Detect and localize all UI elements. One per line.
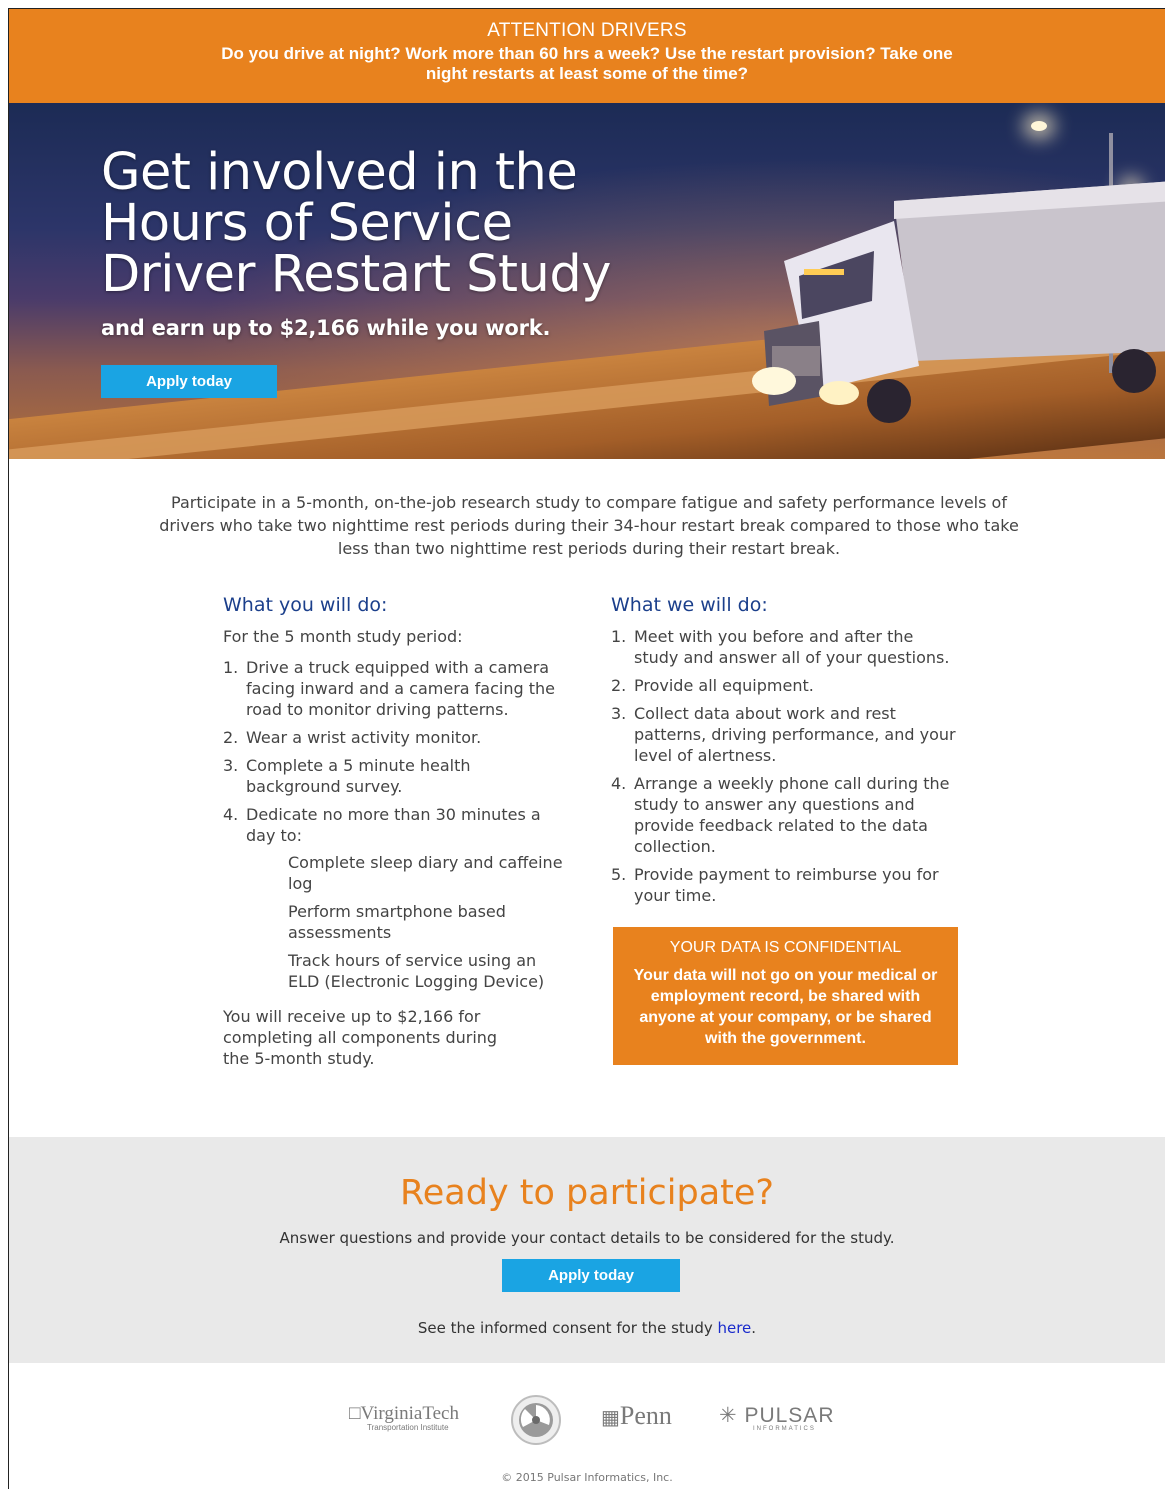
penn-logo: ▦Penn	[601, 1401, 672, 1431]
you-list: 1. Drive a truck equipped with a camera f…	[223, 657, 563, 992]
consent-period: .	[751, 1319, 757, 1337]
list-number: 1.	[223, 658, 239, 677]
list-number: 4.	[611, 774, 627, 793]
intro-text: Participate in a 5-month, on-the-job res…	[159, 493, 1019, 558]
daily-tasks-sublist: Complete sleep diary and caffeine log Pe…	[246, 852, 563, 992]
list-item-text: Meet with you before and after the study…	[634, 627, 950, 667]
hero: Get involved in the Hours of Service Dri…	[9, 103, 1165, 459]
list-item-text: Provide payment to reimburse you for you…	[634, 865, 939, 905]
ready-heading: Ready to participate?	[399, 1173, 774, 1213]
apply-today-button[interactable]: Apply today	[101, 365, 277, 398]
virginia-tech-logo: □VirginiaTech Transportation Institute	[349, 1403, 459, 1432]
truck-illustration	[752, 181, 1165, 423]
list-number: 3.	[611, 704, 627, 723]
hero-subhead: and earn up to $2,166 while you work.	[101, 316, 551, 340]
street-lamp-icon	[1031, 121, 1047, 131]
sublist-item: Perform smartphone based assessments	[288, 902, 506, 942]
confidential-box: YOUR DATA IS CONFIDENTIAL Your data will…	[613, 927, 958, 1065]
hero-headline: Get involved in the Hours of Service Dri…	[101, 147, 611, 300]
hero-headline-line-3: Driver Restart Study	[101, 245, 611, 304]
list-item-text: Dedicate no more than 30 minutes a day t…	[246, 805, 541, 845]
usdot-seal-icon	[511, 1395, 561, 1445]
list-item-text: Complete a 5 minute health background su…	[246, 756, 471, 796]
list-item: 1. Meet with you before and after the stu…	[611, 626, 961, 668]
penn-shield-icon: ▦	[601, 1407, 620, 1429]
list-number: 2.	[223, 728, 239, 747]
attention-text: Do you drive at night? Work more than 60…	[221, 44, 953, 83]
sublist-item: Complete sleep diary and caffeine log	[288, 853, 563, 893]
list-item: 2. Wear a wrist activity monitor.	[223, 727, 563, 748]
what-you-will-do-lead: For the 5 month study period:	[223, 627, 463, 646]
list-item-text: Wear a wrist activity monitor.	[246, 728, 482, 747]
what-we-will-do: What we will do: 1. Meet with you before …	[611, 595, 961, 913]
list-item: 3. Complete a 5 minute health background …	[223, 755, 563, 797]
vt-logo-text: VirginiaTech	[360, 1403, 459, 1424]
consent-text: See the informed consent for the study	[417, 1319, 718, 1337]
page: ATTENTION DRIVERS Do you drive at night?…	[8, 8, 1165, 1489]
vt-logo-subtext: Transportation Institute	[367, 1423, 449, 1432]
consent-link[interactable]: here	[717, 1319, 751, 1337]
confidential-title: YOUR DATA IS CONFIDENTIAL	[669, 939, 902, 956]
what-you-will-do: What you will do: For the 5 month study …	[223, 595, 563, 1069]
list-item-text: Provide all equipment.	[634, 676, 814, 695]
pulsar-logo: ✳ PULSAR INFORMATICS	[719, 1403, 834, 1432]
pulsar-burst-icon: ✳	[719, 1404, 738, 1427]
list-item-text: Arrange a weekly phone call during the s…	[634, 774, 950, 856]
partner-logos: □VirginiaTech Transportation Institute ▦…	[9, 1391, 1165, 1451]
list-item: 5. Provide payment to reimburse you for y…	[611, 864, 961, 906]
what-we-will-do-heading: What we will do:	[611, 594, 768, 616]
list-number: 3.	[223, 756, 239, 775]
confidential-text: Your data will not go on your medical or…	[633, 967, 938, 1047]
attention-title: ATTENTION DRIVERS	[487, 20, 687, 41]
compensation-note: You will receive up to $2,166 for comple…	[223, 1007, 498, 1068]
ready-text: Answer questions and provide your contac…	[279, 1229, 895, 1247]
vt-shield-icon: □	[349, 1403, 361, 1424]
list-item: 1. Drive a truck equipped with a camera f…	[223, 657, 563, 720]
attention-banner: ATTENTION DRIVERS Do you drive at night?…	[9, 9, 1165, 103]
sublist-item: Track hours of service using an ELD (Ele…	[288, 951, 545, 991]
we-list: 1. Meet with you before and after the stu…	[611, 626, 961, 906]
list-number: 2.	[611, 676, 627, 695]
list-number: 4.	[223, 805, 239, 824]
list-number: 1.	[611, 627, 627, 646]
consent-line: See the informed consent for the study h…	[9, 1319, 1165, 1337]
ready-section: Ready to participate? Answer questions a…	[9, 1137, 1165, 1363]
list-item: 4. Arrange a weekly phone call during the…	[611, 773, 961, 857]
list-item-text: Collect data about work and rest pattern…	[634, 704, 956, 765]
list-number: 5.	[611, 865, 627, 884]
what-you-will-do-heading: What you will do:	[223, 594, 388, 616]
penn-logo-text: Penn	[619, 1401, 672, 1430]
copyright: © 2015 Pulsar Informatics, Inc.	[501, 1471, 673, 1484]
list-item: 4. Dedicate no more than 30 minutes a day…	[223, 804, 563, 992]
apply-today-button-bottom[interactable]: Apply today	[502, 1259, 680, 1292]
pulsar-logo-text: PULSAR	[744, 1404, 835, 1427]
list-item-text: Drive a truck equipped with a camera fac…	[246, 658, 555, 719]
list-item: 2. Provide all equipment.	[611, 675, 961, 696]
list-item: 3. Collect data about work and rest patte…	[611, 703, 961, 766]
